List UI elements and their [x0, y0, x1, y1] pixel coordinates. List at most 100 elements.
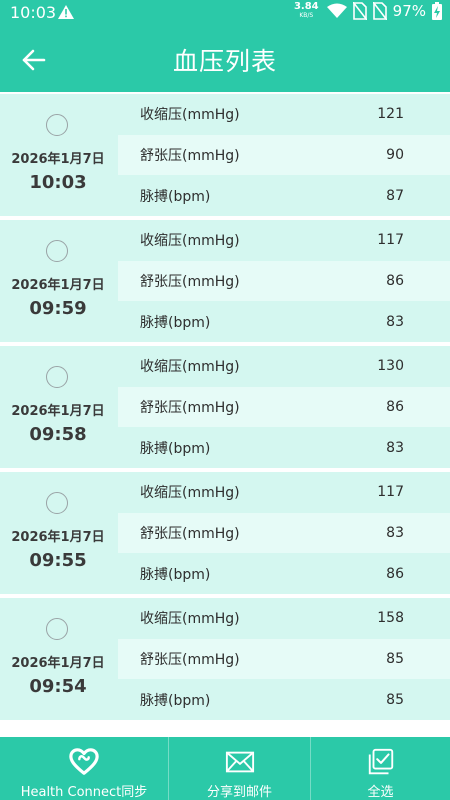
diastolic-label: 舒张压(mmHg) [140, 652, 240, 668]
page-title: 血压列表 [172, 47, 277, 76]
warning-icon [58, 5, 74, 19]
diastolic-row: 舒张压(mmHg) 90 [118, 135, 450, 175]
diastolic-row: 舒张压(mmHg) 86 [118, 261, 450, 301]
status-bar: 10:03 3.84 KB/S 97% [0, 0, 450, 26]
record-values: 收缩压(mmHg) 121 舒张压(mmHg) 90 脉搏(bpm) 87 [118, 94, 450, 216]
record-date: 2026年1月7日 [11, 530, 105, 545]
net-speed-value: 3.84 [293, 1, 319, 12]
pulse-row: 脉搏(bpm) 87 [118, 176, 450, 216]
record-datetime: 2026年1月7日 09:59 [0, 220, 116, 342]
record-values: 收缩压(mmHg) 130 舒张压(mmHg) 86 脉搏(bpm) 83 [118, 346, 450, 468]
battery-charging-icon [432, 2, 442, 20]
select-checkbox[interactable] [46, 366, 68, 388]
systolic-value: 121 [377, 106, 404, 122]
record-row[interactable]: 2026年1月7日 09:54 收缩压(mmHg) 158 舒张压(mmHg) … [0, 598, 450, 720]
blood-pressure-list[interactable]: 2026年1月7日 10:03 收缩压(mmHg) 121 舒张压(mmHg) … [0, 94, 450, 736]
record-datetime: 2026年1月7日 09:55 [0, 472, 116, 594]
record-datetime: 2026年1月7日 09:58 [0, 346, 116, 468]
record-values: 收缩压(mmHg) 158 舒张压(mmHg) 85 脉搏(bpm) 85 [118, 598, 450, 720]
systolic-value: 158 [377, 610, 404, 626]
diastolic-label: 舒张压(mmHg) [140, 526, 240, 542]
pulse-label: 脉搏(bpm) [140, 567, 211, 583]
share-email-button[interactable]: 分享到邮件 [168, 737, 310, 800]
select-all-label: 全选 [367, 785, 394, 800]
health-connect-icon [69, 748, 99, 775]
status-right: 3.84 KB/S 97% [294, 2, 442, 20]
record-date: 2026年1月7日 [11, 278, 105, 293]
pulse-label: 脉搏(bpm) [140, 693, 211, 709]
record-datetime: 2026年1月7日 09:54 [0, 598, 116, 720]
app-header: 血压列表 [0, 26, 450, 92]
select-checkbox[interactable] [46, 114, 68, 136]
pulse-value: 86 [386, 566, 404, 582]
diastolic-value: 90 [386, 147, 404, 163]
select-all-checkbox-icon [368, 748, 393, 775]
record-time: 09:58 [29, 424, 87, 445]
systolic-row: 收缩压(mmHg) 117 [118, 220, 450, 260]
diastolic-value: 83 [386, 525, 404, 541]
net-speed: 3.84 KB/S [294, 2, 319, 20]
record-time: 09:59 [29, 298, 87, 319]
systolic-label: 收缩压(mmHg) [140, 107, 240, 123]
pulse-label: 脉搏(bpm) [140, 315, 211, 331]
diastolic-value: 86 [386, 273, 404, 289]
wifi-icon [326, 3, 347, 18]
diastolic-label: 舒张压(mmHg) [140, 148, 240, 164]
record-row[interactable]: 2026年1月7日 09:58 收缩压(mmHg) 130 舒张压(mmHg) … [0, 346, 450, 468]
net-speed-unit: KB/S [299, 12, 314, 19]
pulse-label: 脉搏(bpm) [140, 441, 211, 457]
pulse-value: 83 [386, 314, 404, 330]
pulse-row: 脉搏(bpm) 83 [118, 428, 450, 468]
select-checkbox[interactable] [46, 240, 68, 262]
pulse-value: 87 [386, 188, 404, 204]
systolic-label: 收缩压(mmHg) [140, 485, 240, 501]
health-connect-label: Health Connect同步 [20, 785, 148, 800]
record-time: 10:03 [29, 172, 87, 193]
diastolic-row: 舒张压(mmHg) 86 [118, 387, 450, 427]
systolic-value: 117 [377, 484, 404, 500]
mail-icon [225, 751, 254, 773]
battery-percent: 97% [392, 2, 426, 20]
record-date: 2026年1月7日 [11, 152, 105, 167]
diastolic-row: 舒张压(mmHg) 85 [118, 639, 450, 679]
pulse-row: 脉搏(bpm) 85 [118, 680, 450, 720]
diastolic-value: 86 [386, 399, 404, 415]
record-values: 收缩压(mmHg) 117 舒张压(mmHg) 83 脉搏(bpm) 86 [118, 472, 450, 594]
systolic-label: 收缩压(mmHg) [140, 233, 240, 249]
systolic-value: 130 [377, 358, 404, 374]
status-time: 10:03 [10, 3, 57, 22]
diastolic-label: 舒张压(mmHg) [140, 274, 240, 290]
systolic-label: 收缩压(mmHg) [140, 611, 240, 627]
select-all-button[interactable]: 全选 [310, 737, 450, 800]
systolic-label: 收缩压(mmHg) [140, 359, 240, 375]
health-connect-sync-button[interactable]: Health Connect同步 [0, 737, 168, 800]
bottom-action-bar: Health Connect同步 分享到邮件 全选 [0, 737, 450, 800]
record-date: 2026年1月7日 [11, 656, 105, 671]
diastolic-value: 85 [386, 651, 404, 667]
record-row[interactable]: 2026年1月7日 10:03 收缩压(mmHg) 121 舒张压(mmHg) … [0, 94, 450, 216]
systolic-row: 收缩压(mmHg) 158 [118, 598, 450, 638]
share-email-label: 分享到邮件 [206, 785, 272, 800]
record-row[interactable]: 2026年1月7日 09:59 收缩压(mmHg) 117 舒张压(mmHg) … [0, 220, 450, 342]
diastolic-row: 舒张压(mmHg) 83 [118, 513, 450, 553]
record-time: 09:54 [29, 676, 87, 697]
no-sim-icon [352, 2, 367, 20]
pulse-row: 脉搏(bpm) 86 [118, 554, 450, 594]
select-checkbox[interactable] [46, 492, 68, 514]
pulse-row: 脉搏(bpm) 83 [118, 302, 450, 342]
app-root: 10:03 3.84 KB/S 97% 血压列表 2026年1月7日 10:03… [0, 0, 450, 800]
record-values: 收缩压(mmHg) 117 舒张压(mmHg) 86 脉搏(bpm) 83 [118, 220, 450, 342]
systolic-row: 收缩压(mmHg) 130 [118, 346, 450, 386]
systolic-row: 收缩压(mmHg) 117 [118, 472, 450, 512]
record-date: 2026年1月7日 [11, 404, 105, 419]
pulse-value: 85 [386, 692, 404, 708]
select-checkbox[interactable] [46, 618, 68, 640]
systolic-row: 收缩压(mmHg) 121 [118, 94, 450, 134]
pulse-value: 83 [386, 440, 404, 456]
record-datetime: 2026年1月7日 10:03 [0, 94, 116, 216]
no-sim-icon-2 [372, 2, 387, 20]
systolic-value: 117 [377, 232, 404, 248]
record-time: 09:55 [29, 550, 87, 571]
pulse-label: 脉搏(bpm) [140, 189, 211, 205]
record-row[interactable]: 2026年1月7日 09:55 收缩压(mmHg) 117 舒张压(mmHg) … [0, 472, 450, 594]
